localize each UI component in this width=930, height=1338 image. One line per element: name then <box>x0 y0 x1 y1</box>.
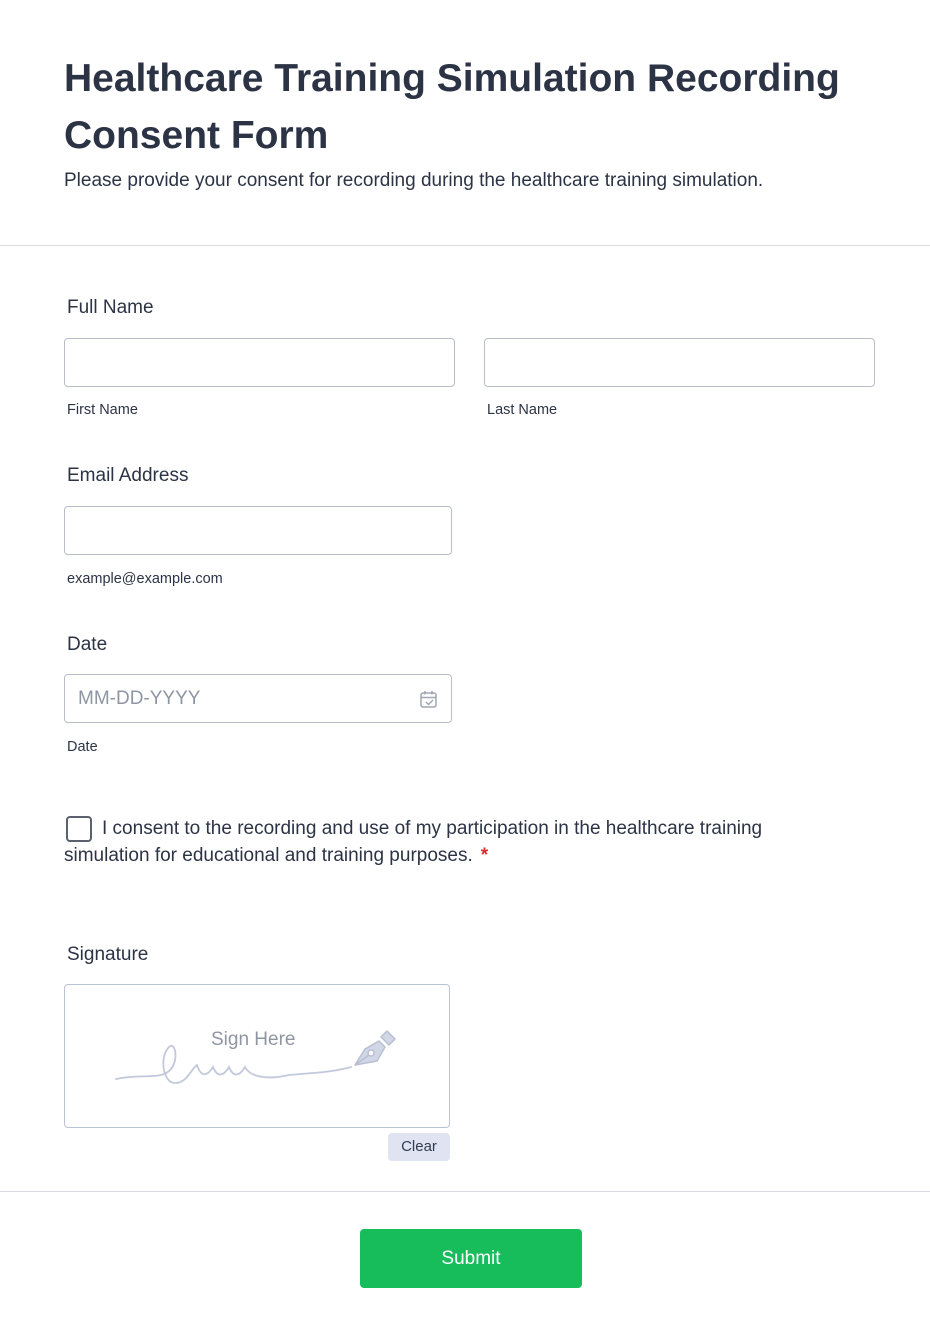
email-input[interactable] <box>64 506 452 555</box>
clear-signature-button[interactable]: Clear <box>388 1133 450 1161</box>
signature-pad[interactable]: Sign Here <box>64 984 450 1128</box>
submit-button[interactable]: Submit <box>360 1229 582 1288</box>
email-sublabel: example@example.com <box>67 571 223 587</box>
pen-nib-icon <box>354 1030 396 1066</box>
signature-label: Signature <box>67 944 149 965</box>
last-name-sublabel: Last Name <box>487 402 558 418</box>
form-header: Healthcare Training Simulation Recording… <box>0 0 930 246</box>
full-name-label: Full Name <box>67 297 154 318</box>
first-name-sublabel: First Name <box>67 402 138 418</box>
first-name-input[interactable] <box>64 338 455 387</box>
footer-divider <box>0 1191 930 1192</box>
date-label: Date <box>67 634 108 655</box>
last-name-input[interactable] <box>484 338 875 387</box>
email-label: Email Address <box>67 465 189 486</box>
date-input[interactable] <box>64 674 452 723</box>
consent-label: I consent to the recording and use of my… <box>64 815 784 869</box>
calendar-icon[interactable] <box>418 689 440 711</box>
date-sublabel: Date <box>67 739 98 755</box>
form-title: Healthcare Training Simulation Recording… <box>64 57 840 157</box>
sign-here-hint: Sign Here <box>211 1029 296 1050</box>
form-subtitle: Please provide your consent for recordin… <box>64 170 764 191</box>
consent-text: I consent to the recording and use of my… <box>64 818 763 866</box>
required-star: * <box>480 845 489 866</box>
